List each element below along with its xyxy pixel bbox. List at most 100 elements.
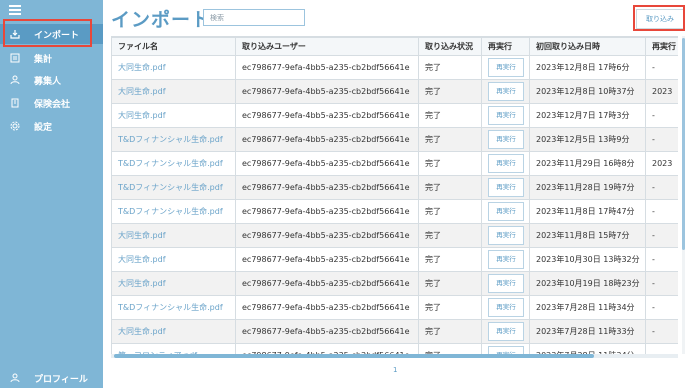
retry-button[interactable]: 再実行 [488, 202, 524, 221]
retry-cell: 再実行 [481, 271, 530, 296]
sidebar-item-label: 設定 [34, 122, 53, 133]
import-user-cell: ec798677-9efa-4bb5-a235-cb2bdf56641e [235, 247, 419, 272]
table-row: 大同生命.pdf ec798677-9efa-4bb5-a235-cb2bdf56… [111, 271, 678, 296]
sidebar-item-profile[interactable]: プロフィール [0, 368, 103, 388]
first-import-date-cell: 2023年11月29日 16時8分 [529, 151, 646, 176]
status-cell: 完了 [418, 295, 482, 320]
table-row: 大同生命.pdf ec798677-9efa-4bb5-a235-cb2bdf56… [111, 79, 678, 104]
file-name-link[interactable]: 大同生命.pdf [111, 79, 236, 104]
status-cell: 完了 [418, 199, 482, 224]
retry-cell: 再実行 [481, 103, 530, 128]
retry-button[interactable]: 再実行 [488, 226, 524, 245]
retry-button[interactable]: 再実行 [488, 250, 524, 269]
import-user-cell: ec798677-9efa-4bb5-a235-cb2bdf56641e [235, 103, 419, 128]
table-row: 大同生命.pdf ec798677-9efa-4bb5-a235-cb2bdf56… [111, 247, 678, 272]
retry-button[interactable]: 再実行 [488, 154, 524, 173]
status-cell: 完了 [418, 223, 482, 248]
table-row: T&Dフィナンシャル生命.pdf ec798677-9efa-4bb5-a235-… [111, 199, 678, 224]
table-row: 大同生命.pdf ec798677-9efa-4bb5-a235-cb2bdf56… [111, 319, 678, 344]
scrollbar-thumb[interactable] [682, 38, 685, 250]
first-import-date-cell: 2023年12月5日 13時9分 [529, 127, 646, 152]
sidebar-item-label: 集計 [34, 54, 53, 65]
column-header[interactable]: 初回取り込み日時 [529, 37, 646, 56]
retry-button[interactable]: 再実行 [488, 298, 524, 317]
sidebar-item-summary[interactable]: 集計 [0, 48, 103, 68]
file-name-link[interactable]: 大同生命.pdf [111, 247, 236, 272]
retry-button[interactable]: 再実行 [488, 106, 524, 125]
vertical-scrollbar[interactable] [682, 36, 685, 354]
sidebar-item-label: プロフィール [34, 374, 88, 385]
retry-button[interactable]: 再実行 [488, 322, 524, 341]
import-user-cell: ec798677-9efa-4bb5-a235-cb2bdf56641e [235, 79, 419, 104]
sidebar-item-insurer[interactable]: 保険会社 [0, 93, 103, 113]
column-header[interactable]: 取り込みユーザー [235, 37, 419, 56]
rerun-date-cell: - [645, 127, 678, 152]
first-import-date-cell: 2023年11月8日 17時47分 [529, 199, 646, 224]
retry-button[interactable]: 再実行 [488, 178, 524, 197]
status-cell: 完了 [418, 271, 482, 296]
rerun-date-cell: - [645, 175, 678, 200]
hamburger-menu-icon[interactable] [9, 5, 21, 15]
search-input[interactable] [203, 9, 305, 26]
table-row: 大同生命.pdf ec798677-9efa-4bb5-a235-cb2bdf56… [111, 223, 678, 248]
retry-cell: 再実行 [481, 295, 530, 320]
rerun-date-cell: - [645, 319, 678, 344]
import-user-cell: ec798677-9efa-4bb5-a235-cb2bdf56641e [235, 127, 419, 152]
pagination-page[interactable]: 1 [393, 366, 397, 374]
column-header[interactable]: ファイル名 [111, 37, 236, 56]
person-icon [10, 75, 20, 85]
table-row: T&Dフィナンシャル生命.pdf ec798677-9efa-4bb5-a235-… [111, 127, 678, 152]
retry-cell: 再実行 [481, 55, 530, 80]
status-cell: 完了 [418, 247, 482, 272]
file-name-link[interactable]: T&Dフィナンシャル生命.pdf [111, 175, 236, 200]
rerun-date-cell: - [645, 199, 678, 224]
first-import-date-cell: 2023年7月28日 11時34分 [529, 295, 646, 320]
file-name-link[interactable]: 大同生命.pdf [111, 319, 236, 344]
table-row: 大同生命.pdf ec798677-9efa-4bb5-a235-cb2bdf56… [111, 55, 678, 80]
scrollbar-thumb[interactable] [114, 354, 594, 358]
column-header[interactable]: 取り込み状況 [418, 37, 482, 56]
retry-button[interactable]: 再実行 [488, 58, 524, 77]
file-name-link[interactable]: T&Dフィナンシャル生命.pdf [111, 127, 236, 152]
file-name-link[interactable]: T&Dフィナンシャル生命.pdf [111, 199, 236, 224]
retry-button[interactable]: 再実行 [488, 130, 524, 149]
sidebar: インポート 集計 募集人 保険会社 設定 プロフィール [0, 0, 103, 388]
import-user-cell: ec798677-9efa-4bb5-a235-cb2bdf56641e [235, 295, 419, 320]
file-name-link[interactable]: 大同生命.pdf [111, 271, 236, 296]
file-name-link[interactable]: 大同生命.pdf [111, 223, 236, 248]
import-user-cell: ec798677-9efa-4bb5-a235-cb2bdf56641e [235, 151, 419, 176]
table-header-row: ファイル名 取り込みユーザー 取り込み状況 再実行 初回取り込み日時 再実行 [111, 37, 678, 56]
highlight-box [3, 19, 92, 47]
retry-cell: 再実行 [481, 247, 530, 272]
retry-cell: 再実行 [481, 223, 530, 248]
status-cell: 完了 [418, 103, 482, 128]
retry-button[interactable]: 再実行 [488, 82, 524, 101]
horizontal-scrollbar[interactable] [111, 354, 678, 358]
status-cell: 完了 [418, 55, 482, 80]
status-cell: 完了 [418, 151, 482, 176]
column-header[interactable]: 再実行 [481, 37, 530, 56]
rerun-date-cell: - [645, 55, 678, 80]
retry-cell: 再実行 [481, 319, 530, 344]
sidebar-item-label: 保険会社 [34, 99, 71, 110]
import-user-cell: ec798677-9efa-4bb5-a235-cb2bdf56641e [235, 55, 419, 80]
file-name-link[interactable]: T&Dフィナンシャル生命.pdf [111, 151, 236, 176]
sidebar-item-recruiter[interactable]: 募集人 [0, 70, 103, 90]
import-table: ファイル名 取り込みユーザー 取り込み状況 再実行 初回取り込み日時 再実行 大… [111, 36, 678, 355]
first-import-date-cell: 2023年10月30日 13時32分 [529, 247, 646, 272]
file-name-link[interactable]: T&Dフィナンシャル生命.pdf [111, 295, 236, 320]
rerun-date-cell: 2023 [645, 151, 678, 176]
retry-cell: 再実行 [481, 79, 530, 104]
first-import-date-cell: 2023年12月8日 17時6分 [529, 55, 646, 80]
table-row: T&Dフィナンシャル生命.pdf ec798677-9efa-4bb5-a235-… [111, 295, 678, 320]
file-name-link[interactable]: 大同生命.pdf [111, 103, 236, 128]
retry-button[interactable]: 再実行 [488, 274, 524, 293]
highlight-box [633, 5, 685, 31]
table-row: T&Dフィナンシャル生命.pdf ec798677-9efa-4bb5-a235-… [111, 151, 678, 176]
file-name-link[interactable]: 大同生命.pdf [111, 55, 236, 80]
table-row: T&Dフィナンシャル生命.pdf ec798677-9efa-4bb5-a235-… [111, 175, 678, 200]
rerun-date-cell: - [645, 271, 678, 296]
sidebar-item-settings[interactable]: 設定 [0, 116, 103, 136]
column-header[interactable]: 再実行 [645, 37, 678, 56]
sidebar-item-label: 募集人 [34, 76, 62, 87]
